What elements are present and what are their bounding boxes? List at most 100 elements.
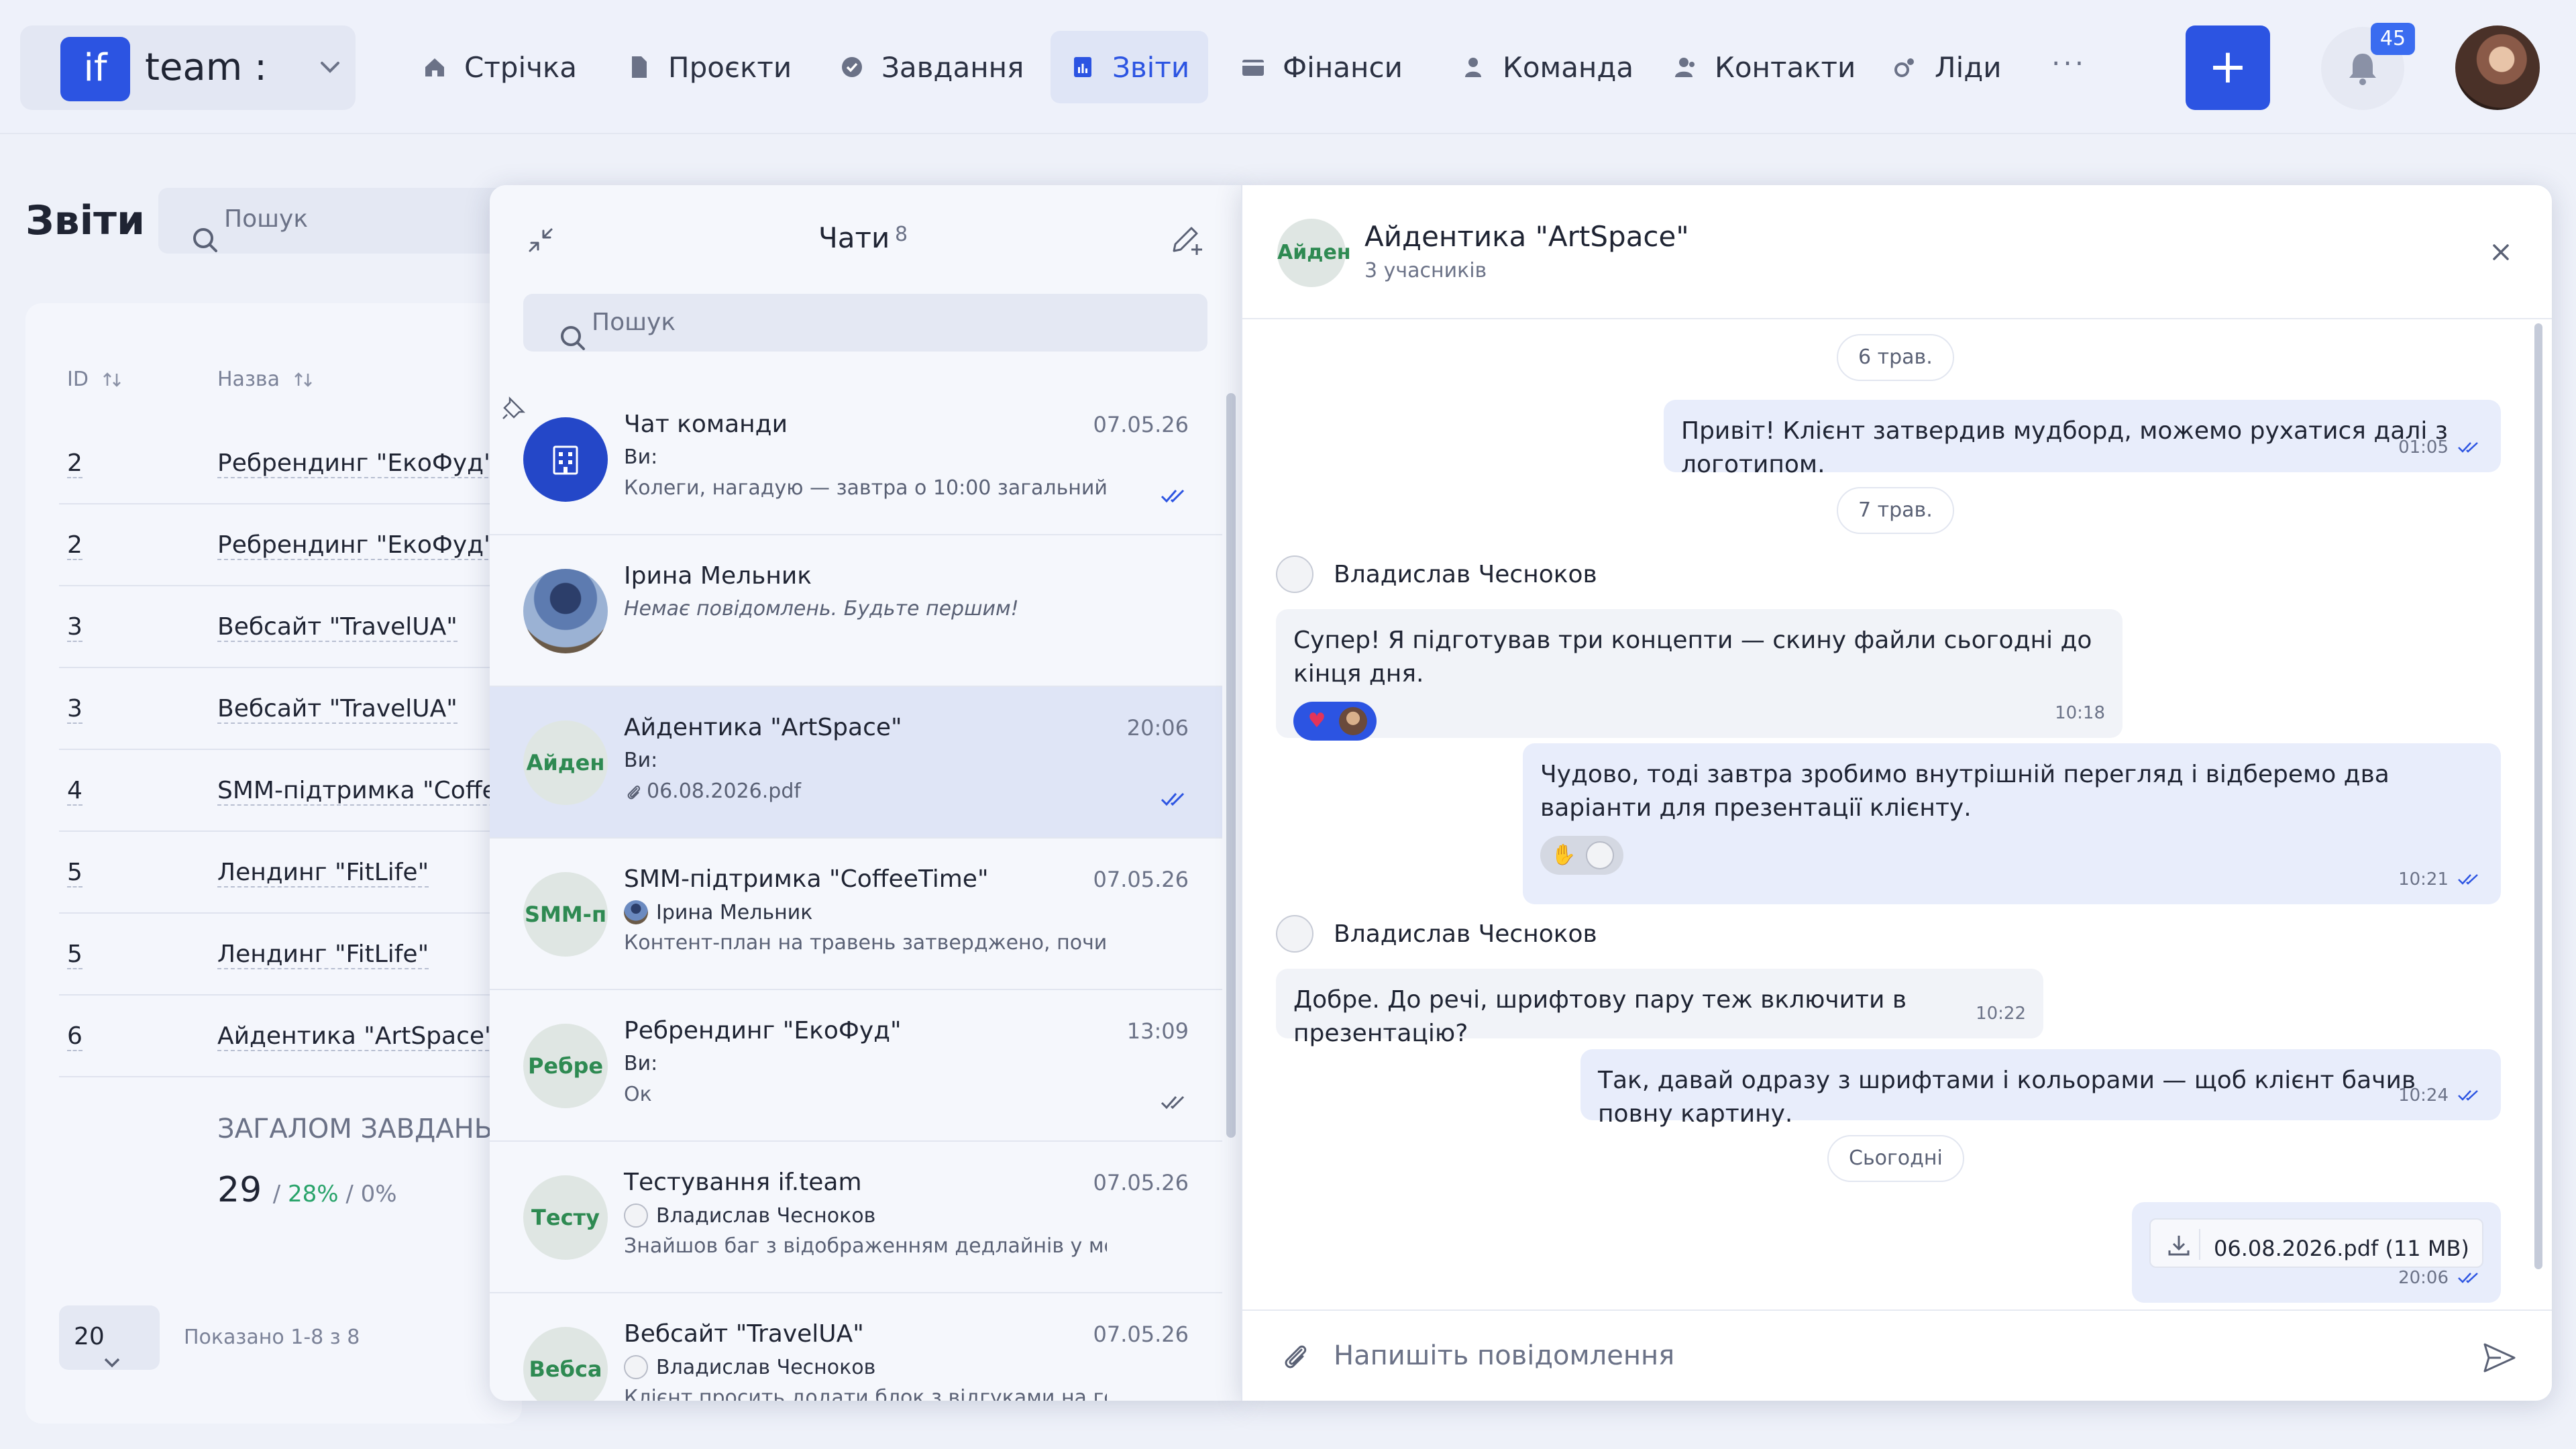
message-text: Добре. До речі, шрифтову пару теж включи… [1293, 986, 1907, 1047]
row-id[interactable]: 2 [67, 449, 83, 478]
table-row[interactable]: 6 Айдентика "ArtSpace" [59, 996, 529, 1077]
nav-label: Проєкти [668, 50, 792, 84]
collapse-icon[interactable] [525, 224, 557, 256]
chat-sender: Ви: [624, 445, 658, 469]
row-name[interactable]: Ребрендинг "ЕкоФуд" [217, 449, 495, 478]
chat-date: 20:06 [1126, 715, 1189, 741]
row-name[interactable]: Ребрендинг "ЕкоФуд" [217, 531, 495, 560]
conversation-title[interactable]: Айдентика "ArtSpace" [1364, 220, 1689, 253]
page-search-input[interactable]: Пошук [158, 188, 507, 254]
user-avatar[interactable] [2455, 25, 2540, 110]
sender-name: Владислав Чесноков [1334, 560, 1597, 588]
scrollbar-thumb[interactable] [2534, 323, 2542, 1269]
row-name[interactable]: Лендинг "FitLife" [217, 941, 429, 969]
chat-date: 07.05.26 [1093, 412, 1189, 437]
row-id[interactable]: 3 [67, 613, 83, 642]
chat-avatar: Тесту [523, 1175, 608, 1260]
chat-name: Айдентика "ArtSpace" [624, 714, 902, 741]
message-outgoing-file[interactable]: 06.08.2026.pdf (11 MB) 20:06 [2132, 1202, 2501, 1303]
chats-search-input[interactable]: Пошук [523, 294, 1208, 352]
table-row[interactable]: 5 Лендинг "FitLife" [59, 914, 529, 996]
workspace-switcher[interactable]: if team : [20, 25, 356, 110]
nav-item-contacts[interactable]: Контакти [1653, 31, 1874, 103]
nav-item-leads[interactable]: Ліди [1873, 31, 2021, 103]
double-check-icon [2449, 439, 2483, 455]
pin-icon[interactable] [500, 394, 527, 421]
chat-preview: Контент-план на травень затверджено, поч… [624, 931, 1107, 955]
chat-name: Ребрендинг "ЕкоФуд" [624, 1017, 902, 1044]
close-icon[interactable] [2487, 239, 2514, 266]
chat-item[interactable]: Вебса Вебсайт "TravelUA" 07.05.26 Владис… [490, 1293, 1222, 1401]
new-chat-icon[interactable] [1167, 220, 1208, 258]
row-id[interactable]: 3 [67, 695, 83, 724]
message-reactions[interactable]: ✋ [1540, 836, 1623, 875]
sender-avatar [1276, 555, 1313, 593]
table-row[interactable]: 3 Вебсайт "TravelUA" [59, 586, 529, 668]
row-name[interactable]: Вебсайт "TravelUA" [217, 613, 458, 642]
nav-item-feed[interactable]: Стрічка [402, 31, 596, 103]
sort-icon [280, 368, 315, 391]
chat-item[interactable]: Чат команди 07.05.26 Ви: Колеги, нагадую… [490, 384, 1222, 535]
row-name[interactable]: Айдентика "ArtSpace" [217, 1022, 496, 1051]
column-header-name[interactable]: Назва [217, 368, 315, 391]
table-row[interactable]: 3 Вебсайт "TravelUA" [59, 668, 529, 750]
row-id[interactable]: 5 [67, 941, 83, 969]
column-header-id[interactable]: ID [67, 368, 123, 391]
chat-preview: Ок [624, 1083, 652, 1106]
row-name[interactable]: Вебсайт "TravelUA" [217, 695, 458, 724]
date-separator: 6 трав. [1837, 334, 1954, 381]
chat-date: 07.05.26 [1093, 867, 1189, 892]
row-id[interactable]: 5 [67, 859, 83, 888]
file-attachment[interactable]: 06.08.2026.pdf (11 MB) [2149, 1218, 2483, 1268]
table-row[interactable]: 2 Ребрендинг "ЕкоФуд" [59, 504, 529, 586]
message-incoming[interactable]: Добре. До речі, шрифтову пару теж включи… [1276, 969, 2043, 1047]
nav-item-reports[interactable]: Звіти [1051, 31, 1209, 103]
nav-item-finance[interactable]: Фінанси [1221, 31, 1421, 103]
total-percent-other: 0% [360, 1181, 397, 1208]
row-name[interactable]: SMM-підтримка "CoffeeT [217, 777, 527, 806]
table-row[interactable]: 2 Ребрендинг "ЕкоФуд" [59, 423, 529, 504]
message-outgoing[interactable]: Привіт! Клієнт затвердив мудборд, можемо… [1664, 400, 2501, 478]
row-id[interactable]: 6 [67, 1022, 83, 1051]
row-id[interactable]: 2 [67, 531, 83, 560]
nav-item-tasks[interactable]: Завдання [820, 31, 1042, 103]
chats-title: Чати [818, 221, 890, 254]
nav-item-team[interactable]: Команда [1441, 31, 1652, 103]
message-reactions[interactable]: ♥ [1293, 702, 1377, 741]
create-button[interactable]: + [2186, 25, 2270, 110]
sender-avatar [1276, 915, 1313, 953]
row-name[interactable]: Лендинг "FitLife" [217, 859, 429, 888]
per-page-select[interactable]: 20 [59, 1305, 160, 1370]
file-icon [625, 54, 668, 80]
double-check-icon [1159, 486, 1189, 506]
message-incoming[interactable]: Супер! Я підготував три концепти — скину… [1276, 609, 2123, 741]
chat-item[interactable]: Тесту Тестування if.team 07.05.26 Владис… [490, 1142, 1222, 1293]
chat-avatar: SMM-п [523, 872, 608, 957]
scrollbar-thumb[interactable] [1226, 393, 1236, 1138]
chat-item[interactable]: SMM-п SMM-підтримка "CoffeeTime" 07.05.2… [490, 839, 1222, 990]
total-tasks-value: 29 / 28% / 0% [217, 1170, 397, 1210]
chat-preview: Немає повідомлень. Будьте першим! [624, 597, 1019, 621]
chat-list-scrollbar[interactable] [1226, 393, 1236, 1399]
participants-count[interactable]: 3 учасників [1364, 259, 1487, 282]
nav-label: Стрічка [464, 50, 578, 84]
nav-item-projects[interactable]: Проєкти [606, 31, 810, 103]
message-input[interactable]: Напишіть повідомлення [1334, 1340, 1674, 1371]
table-row[interactable]: 4 SMM-підтримка "CoffeeT [59, 750, 529, 832]
chat-preview: Клієнт просить додати блок з відгуками н… [624, 1386, 1107, 1401]
message-outgoing[interactable]: Чудово, тоді завтра зробимо внутрішній п… [1523, 743, 2501, 904]
divider [2199, 1229, 2200, 1260]
send-icon[interactable] [2481, 1340, 2518, 1375]
message-outgoing[interactable]: Так, давай одразу з шрифтами і кольорами… [1580, 1049, 2501, 1128]
attach-icon[interactable] [1277, 1339, 1312, 1374]
row-id[interactable]: 4 [67, 777, 83, 806]
chat-item[interactable]: Ребре Ребрендинг "ЕкоФуд" 13:09 Ви: Ок [490, 990, 1222, 1142]
chat-preview: Знайшов баг з відображенням дедлайнів у … [624, 1234, 1107, 1258]
chat-item[interactable]: Ірина Мельник Немає повідомлень. Будьте … [490, 535, 1222, 687]
nav-more-button[interactable]: ··· [2051, 47, 2086, 80]
message-text: Чудово, тоді завтра зробимо внутрішній п… [1540, 761, 2390, 822]
chat-item-selected[interactable]: Айден Айдентика "ArtSpace" 20:06 Ви: 06.… [490, 687, 1222, 839]
table-row[interactable]: 5 Лендинг "FitLife" [59, 832, 529, 914]
conversation-scrollbar[interactable] [2534, 323, 2542, 1313]
message-time: 10:21 [2398, 869, 2449, 890]
